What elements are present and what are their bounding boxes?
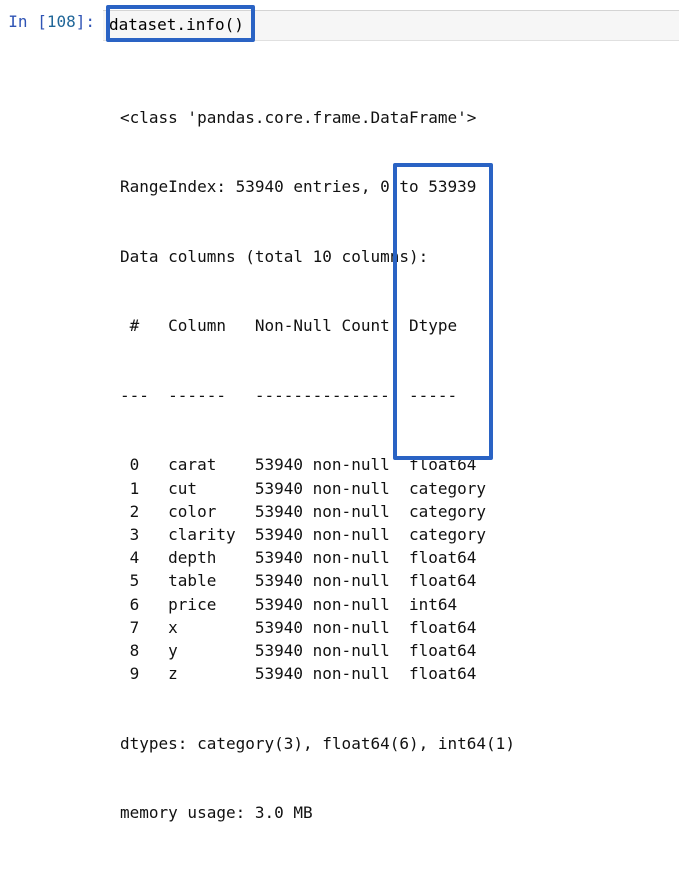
output-area: <class 'pandas.core.frame.DataFrame'> Ra… [0,41,691,871]
out-column-row: 0 carat 53940 non-null float64 [120,453,691,476]
output-text: <class 'pandas.core.frame.DataFrame'> Ra… [120,59,691,871]
out-class-line: <class 'pandas.core.frame.DataFrame'> [120,106,691,129]
out-column-row: 5 table 53940 non-null float64 [120,569,691,592]
out-column-row: 8 y 53940 non-null float64 [120,639,691,662]
out-range-line: RangeIndex: 53940 entries, 0 to 53939 [120,175,691,198]
code-input-area[interactable]: dataset.info() [103,10,679,41]
out-mem-line: memory usage: 3.0 MB [120,801,691,824]
prompt-number: 108 [47,12,76,31]
prompt-open: In [ [8,12,47,31]
out-header-line: # Column Non-Null Count Dtype [120,314,691,337]
out-column-row: 1 cut 53940 non-null category [120,477,691,500]
out-column-row: 7 x 53940 non-null float64 [120,616,691,639]
out-column-row: 9 z 53940 non-null float64 [120,662,691,685]
out-divider-line: --- ------ -------------- ----- [120,384,691,407]
out-column-row: 3 clarity 53940 non-null category [120,523,691,546]
code-text: dataset.info() [109,13,244,36]
prompt-close: ]: [76,12,95,31]
out-dtypes-line: dtypes: category(3), float64(6), int64(1… [120,732,691,755]
out-column-row: 4 depth 53940 non-null float64 [120,546,691,569]
out-cols-line: Data columns (total 10 columns): [120,245,691,268]
out-column-row: 6 price 53940 non-null int64 [120,593,691,616]
notebook-cell: In [108]: dataset.info() [0,0,691,41]
input-prompt: In [108]: [0,10,103,33]
out-column-row: 2 color 53940 non-null category [120,500,691,523]
